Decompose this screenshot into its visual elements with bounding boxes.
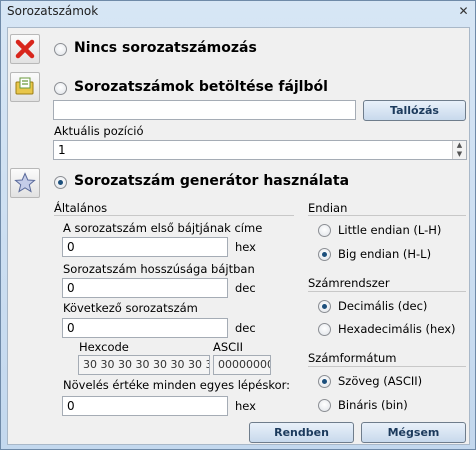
big-endian-label: Big endian (H-L) [338, 247, 432, 261]
hexcode-label: Hexcode [79, 340, 129, 354]
close-button[interactable]: ✕ [456, 4, 471, 19]
serial-numbers-dialog: Sorozatszámok ✕ Nincs sorozatszámozás So… [0, 0, 476, 450]
binary-label: Bináris (bin) [338, 398, 408, 412]
dialog-body: Nincs sorozatszámozás Sorozatszámok betö… [7, 27, 470, 445]
first-byte-input[interactable]: 0 [62, 237, 228, 257]
radio-file[interactable] [54, 82, 67, 95]
first-byte-unit: hex [235, 240, 256, 254]
radio-little-endian[interactable] [318, 224, 331, 237]
star-icon [10, 168, 40, 198]
general-heading: Általános [54, 201, 108, 215]
radio-hexadecimal[interactable] [318, 323, 331, 336]
file-path-input[interactable] [53, 100, 356, 120]
title-bar: Sorozatszámok ✕ [1, 1, 475, 23]
hexadecimal-label: Hexadecimális (hex) [338, 322, 456, 336]
ascii-field: 00000000 [213, 355, 271, 375]
first-byte-label: A sorozatszám első bájtjának címe [63, 221, 263, 235]
increment-label: Növelés értéke minden egyes lépéskor: [63, 378, 291, 392]
numsys-divider [308, 291, 466, 292]
text-ascii-label: Szöveg (ASCII) [338, 374, 423, 388]
increment-unit: hex [235, 399, 256, 413]
increment-input[interactable]: 0 [62, 396, 228, 416]
spin-up-icon[interactable]: ▲ [453, 141, 466, 150]
endian-heading: Endian [308, 201, 348, 215]
radio-text-ascii[interactable] [318, 375, 331, 388]
radio-binary[interactable] [318, 399, 331, 412]
spin-down-icon[interactable]: ▼ [453, 150, 466, 159]
ascii-label: ASCII [213, 340, 243, 354]
radio-none[interactable] [54, 43, 67, 56]
next-serial-label: Következő sorozatszám [63, 301, 198, 315]
radio-big-endian[interactable] [318, 248, 331, 261]
option-generator-label: Sorozatszám generátor használata [74, 173, 350, 189]
red-x-icon [10, 34, 40, 64]
position-stepper[interactable]: 1 [53, 140, 467, 160]
general-divider [54, 215, 294, 216]
next-serial-unit: dec [235, 321, 256, 335]
browse-button[interactable]: Tallózás [363, 100, 466, 121]
hexcode-field: 30 30 30 30 30 30 30 30 [78, 355, 210, 375]
length-input[interactable]: 0 [62, 278, 228, 298]
option-file-label: Sorozatszámok betöltése fájlból [74, 79, 328, 95]
numsys-heading: Számrendszer [308, 276, 390, 290]
numformat-divider [308, 366, 466, 367]
position-spinner[interactable]: ▲ ▼ [452, 141, 466, 159]
numformat-heading: Számformátum [308, 351, 397, 365]
position-label: Aktuális pozíció [54, 124, 144, 138]
cancel-button[interactable]: Mégsem [361, 422, 466, 443]
little-endian-label: Little endian (L-H) [338, 223, 442, 237]
ok-button[interactable]: Rendben [249, 422, 354, 443]
decimal-label: Decimális (dec) [338, 299, 428, 313]
option-none-label: Nincs sorozatszámozás [74, 40, 257, 56]
length-unit: dec [235, 281, 256, 295]
endian-divider [308, 215, 466, 216]
window-title: Sorozatszámok [7, 4, 99, 18]
length-label: Sorozatszám hosszúsága bájtban [63, 262, 255, 276]
next-serial-input[interactable]: 0 [62, 318, 228, 338]
position-value: 1 [58, 143, 66, 157]
radio-generator[interactable] [54, 176, 67, 189]
radio-decimal[interactable] [318, 300, 331, 313]
folder-file-icon [10, 72, 40, 102]
